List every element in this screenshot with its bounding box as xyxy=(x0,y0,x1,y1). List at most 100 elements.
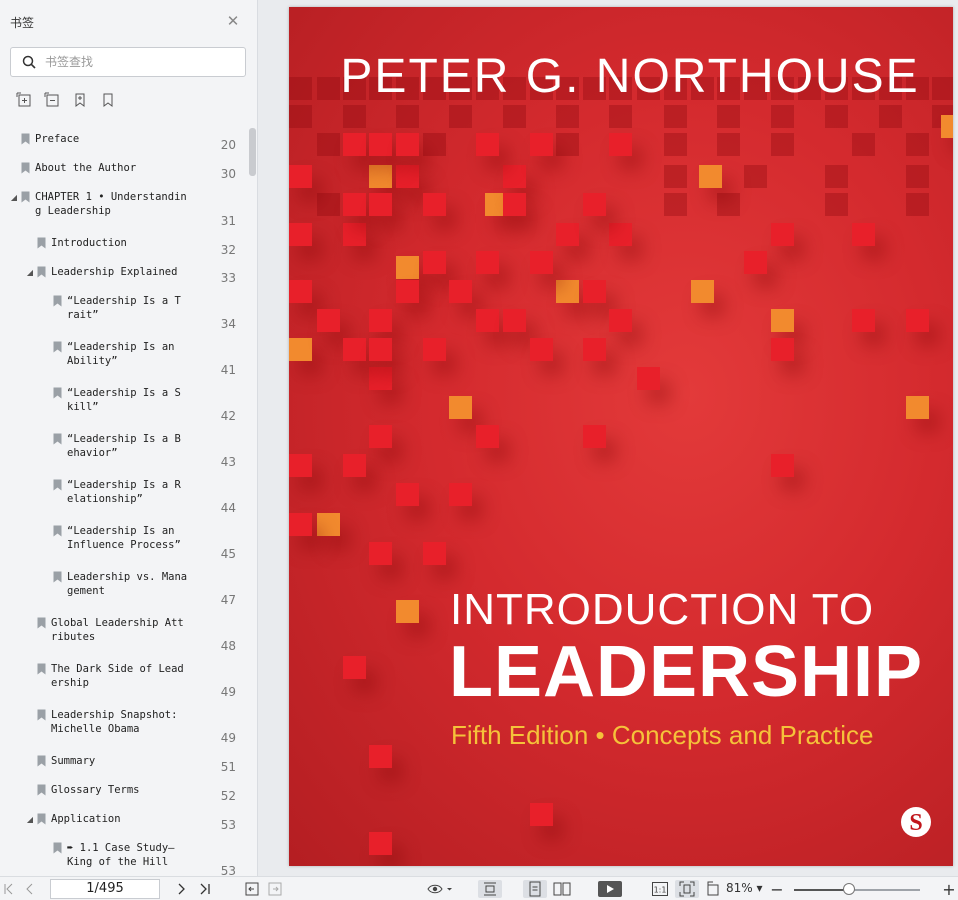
decorative-square xyxy=(369,745,392,768)
fit-page-icon[interactable] xyxy=(675,880,699,898)
decorative-square xyxy=(369,309,392,332)
decorative-square xyxy=(664,105,687,128)
document-viewer: PETER G. NORTHOUSE INTRODUCTION TO LEADE… xyxy=(259,0,958,876)
decorative-square xyxy=(556,133,579,156)
decorative-square xyxy=(609,133,632,156)
decorative-square xyxy=(369,542,392,565)
cover-title-line1: INTRODUCTION TO xyxy=(450,585,875,634)
collapse-all-icon[interactable] xyxy=(42,90,62,110)
decorative-square xyxy=(906,133,929,156)
decorative-square xyxy=(423,338,446,361)
eye-care-mode-icon[interactable] xyxy=(426,880,454,898)
decorative-square xyxy=(449,280,472,303)
decorative-square xyxy=(343,193,366,216)
bookmark-label: Leadership vs. Mana gement xyxy=(67,571,188,597)
decorative-square xyxy=(396,483,419,506)
zoom-out-icon[interactable]: − xyxy=(770,880,784,899)
bookmark-flag-icon xyxy=(53,571,62,583)
bookmark-page-number: 49 xyxy=(220,731,236,745)
bookmark-flag-icon xyxy=(37,813,46,825)
bookmark-flag-icon xyxy=(37,755,46,767)
sidebar-scrollbar[interactable] xyxy=(249,128,256,176)
decorative-square xyxy=(396,133,419,156)
bookmark-page-number: 47 xyxy=(220,593,236,607)
bookmark-icon[interactable] xyxy=(98,90,118,110)
first-page-icon[interactable] xyxy=(2,880,16,898)
bookmark-flag-icon xyxy=(37,617,46,629)
expand-all-icon[interactable] xyxy=(14,90,34,110)
bookmark-label: CHAPTER 1 • Understandin g Leadership xyxy=(35,191,187,217)
decorative-square xyxy=(423,133,446,156)
previous-page-icon[interactable] xyxy=(22,880,36,898)
decorative-square xyxy=(744,165,767,188)
decorative-square xyxy=(369,133,392,156)
bookmark-label: ➨ 1.1 Case Study— King of the Hill xyxy=(67,842,175,868)
expand-arrow-icon[interactable]: ◢ xyxy=(25,815,35,825)
add-bookmark-icon[interactable] xyxy=(70,90,90,110)
page-number-input[interactable]: 1/495 xyxy=(50,879,160,899)
decorative-square xyxy=(771,338,794,361)
cover-title-line2: LEADERSHIP xyxy=(449,632,924,712)
expand-arrow-icon[interactable]: ◢ xyxy=(25,268,35,278)
close-icon[interactable]: ✕ xyxy=(226,14,240,29)
bookmark-page-number: 48 xyxy=(220,639,236,653)
rotate-icon[interactable] xyxy=(704,880,722,898)
decorative-square xyxy=(396,280,419,303)
decorative-square xyxy=(906,193,929,216)
forward-icon[interactable] xyxy=(267,880,283,898)
decorative-square xyxy=(289,338,312,361)
decorative-square xyxy=(449,396,472,419)
zoom-slider-handle[interactable] xyxy=(843,883,856,895)
decorative-square xyxy=(503,105,526,128)
decorative-square xyxy=(343,223,366,246)
decorative-square xyxy=(449,105,472,128)
bookmark-list: Preface 20 About the Author 30 ◢ CHAPTER 1 • … xyxy=(0,126,248,876)
bookmark-page-number: 52 xyxy=(220,789,236,803)
bookmark-flag-icon xyxy=(37,709,46,721)
zoom-slider[interactable] xyxy=(794,883,920,895)
bookmark-page-number: 20 xyxy=(220,138,236,152)
single-page-icon[interactable] xyxy=(523,880,547,898)
zoom-dropdown[interactable]: 81% ▾ xyxy=(726,881,763,895)
decorative-square xyxy=(609,223,632,246)
decorative-square xyxy=(852,223,875,246)
zoom-level-label: 81% xyxy=(726,881,753,895)
bookmark-label: “Leadership Is a T rait” xyxy=(67,295,181,321)
bookmark-search-box[interactable] xyxy=(10,47,246,77)
actual-size-icon[interactable]: 1:1 xyxy=(650,880,670,898)
svg-text:1:1: 1:1 xyxy=(654,886,667,895)
cover-edition: Fifth Edition • Concepts and Practice xyxy=(451,720,874,750)
back-icon[interactable] xyxy=(244,880,260,898)
decorative-square xyxy=(609,309,632,332)
decorative-square xyxy=(771,223,794,246)
play-slideshow-icon[interactable] xyxy=(597,880,623,898)
decorative-square xyxy=(530,338,553,361)
decorative-square xyxy=(343,105,366,128)
decorative-square xyxy=(556,223,579,246)
decorative-square xyxy=(771,309,794,332)
decorative-square xyxy=(423,193,446,216)
svg-text:S: S xyxy=(909,810,922,836)
bookmark-label: About the Author xyxy=(35,162,137,174)
decorative-square xyxy=(343,338,366,361)
bookmark-label: “Leadership Is a R elationship” xyxy=(67,479,181,505)
decorative-square xyxy=(289,454,312,477)
fit-width-icon[interactable] xyxy=(478,880,502,898)
last-page-icon[interactable] xyxy=(198,880,212,898)
zoom-in-icon[interactable]: + xyxy=(942,880,956,899)
double-page-icon[interactable] xyxy=(550,880,574,898)
bookmark-label: Glossary Terms xyxy=(51,784,140,796)
decorative-square xyxy=(317,309,340,332)
bookmark-label: Preface xyxy=(35,133,80,145)
bookmark-label: “Leadership Is a S kill” xyxy=(67,387,181,413)
bookmark-page-number: 30 xyxy=(220,167,236,181)
decorative-square xyxy=(825,105,848,128)
decorative-square xyxy=(449,483,472,506)
panel-title: 书签 xyxy=(10,16,35,30)
bookmark-page-number: 53 xyxy=(220,864,236,876)
bookmark-page-number: 32 xyxy=(220,243,236,257)
bookmark-search-input[interactable] xyxy=(45,53,235,71)
next-page-icon[interactable] xyxy=(175,880,189,898)
expand-arrow-icon[interactable]: ◢ xyxy=(9,193,19,203)
bookmark-flag-icon xyxy=(37,266,46,278)
